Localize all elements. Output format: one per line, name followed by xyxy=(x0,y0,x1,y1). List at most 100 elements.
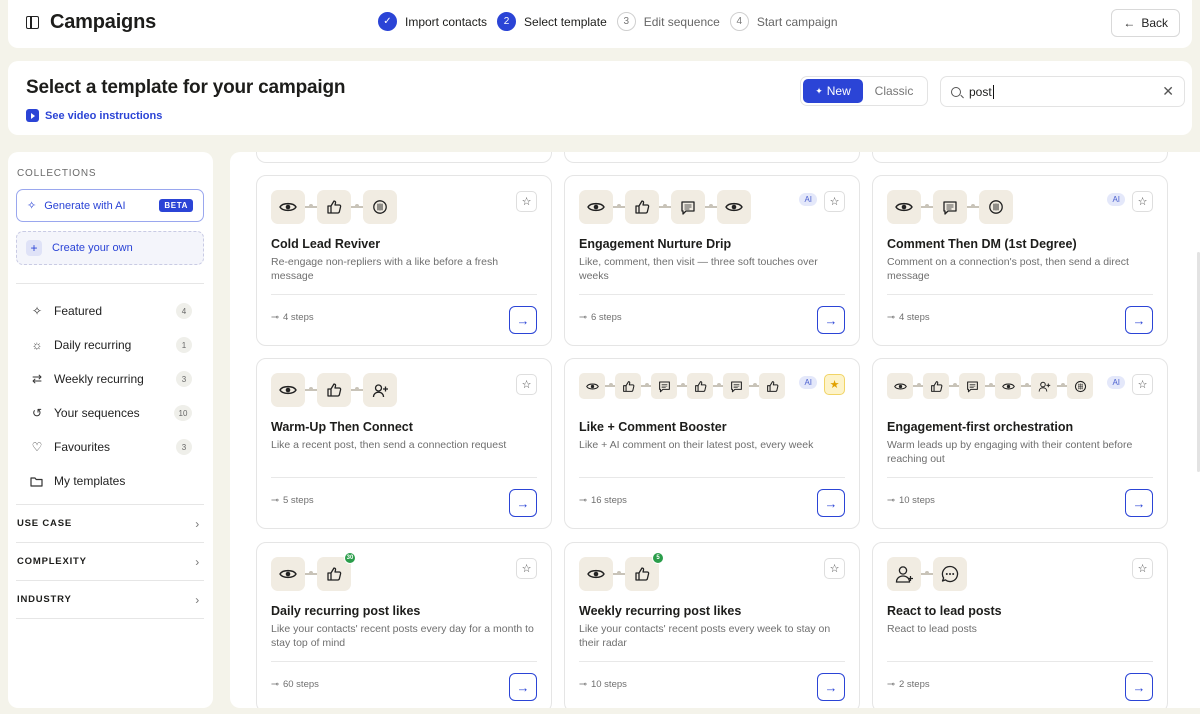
chevron-right-icon: › xyxy=(195,516,200,531)
message-icon xyxy=(959,373,985,399)
card-title: Warm-Up Then Connect xyxy=(271,420,413,434)
nav-your-sequences[interactable]: ↺ Your sequences 10 xyxy=(16,396,204,430)
chain-connector xyxy=(921,571,933,575)
use-template-arrow-icon[interactable]: → xyxy=(817,306,845,334)
favourite-star-icon[interactable]: ★ xyxy=(824,374,845,395)
divider xyxy=(887,294,1153,295)
back-label: Back xyxy=(1141,16,1168,30)
generate-with-ai-button[interactable]: ✧ Generate with AI BETA xyxy=(16,189,204,222)
divider xyxy=(579,477,845,478)
divider xyxy=(887,477,1153,478)
card-title: Daily recurring post likes xyxy=(271,604,421,618)
chain-connector xyxy=(949,383,959,387)
chain-connector xyxy=(921,204,933,208)
nav-favourites[interactable]: ♡ Favourites 3 xyxy=(16,430,204,464)
use-template-arrow-icon[interactable]: → xyxy=(817,489,845,517)
profile-add-icon xyxy=(887,557,921,591)
card-description: Like + AI comment on their latest post, … xyxy=(579,439,814,451)
history-icon: ↺ xyxy=(31,406,43,420)
steps-label: 6 steps xyxy=(590,312,622,323)
use-template-arrow-icon[interactable]: → xyxy=(1125,673,1153,701)
card-title: Weekly recurring post likes xyxy=(579,604,742,618)
message-icon xyxy=(651,373,677,399)
search-box[interactable]: post ✕ xyxy=(940,76,1185,107)
template-card[interactable]: ☆ Cold Lead Reviver Re-engage non-repliers… xyxy=(256,175,552,346)
chain-connector xyxy=(305,387,317,391)
search-input[interactable]: post xyxy=(969,84,1154,99)
toggle-new[interactable]: ✦ New xyxy=(803,79,863,103)
filter-use-case[interactable]: USE CASE › xyxy=(16,505,204,543)
filter-industry[interactable]: INDUSTRY › xyxy=(16,581,204,619)
favourite-star-icon[interactable]: ☆ xyxy=(1132,374,1153,395)
step-icon-chain xyxy=(579,373,785,399)
favourite-star-icon[interactable]: ☆ xyxy=(516,191,537,212)
chain-connector xyxy=(713,383,723,387)
step-select-template[interactable]: 2 Select template xyxy=(497,12,607,31)
filter-label: USE CASE xyxy=(17,518,72,529)
template-card[interactable]: 30 ☆ Daily recurring post likes Like your c… xyxy=(256,542,552,708)
steps-icon: ⊸ xyxy=(579,312,587,323)
filter-complexity[interactable]: COMPLEXITY › xyxy=(16,543,204,581)
favourite-star-icon[interactable]: ☆ xyxy=(516,558,537,579)
favourite-star-icon[interactable]: ☆ xyxy=(1132,558,1153,579)
clear-search-icon[interactable]: ✕ xyxy=(1162,83,1174,100)
nav-weekly-recurring[interactable]: ⇄ Weekly recurring 3 xyxy=(16,362,204,396)
create-your-own-button[interactable]: + Create your own xyxy=(16,231,204,265)
favourite-star-icon[interactable]: ☆ xyxy=(1132,191,1153,212)
template-card[interactable]: AI ☆ Comment Then DM (1st Degree) Comment o… xyxy=(872,175,1168,346)
use-template-arrow-icon[interactable]: → xyxy=(509,306,537,334)
thumbs-up-icon xyxy=(759,373,785,399)
nav-label: My templates xyxy=(54,474,126,488)
nav-featured[interactable]: ✧ Featured 4 xyxy=(16,294,204,328)
use-template-arrow-icon[interactable]: → xyxy=(509,489,537,517)
use-template-arrow-icon[interactable]: → xyxy=(509,673,537,701)
steps-label: 10 steps xyxy=(898,495,935,506)
generate-label: Generate with AI xyxy=(44,199,126,212)
nav-my-templates[interactable]: My templates xyxy=(16,464,204,498)
step-edit-sequence[interactable]: 3 Edit sequence xyxy=(616,12,720,31)
template-card[interactable]: ☆ React to lead posts React to lead posts ⊸… xyxy=(872,542,1168,708)
steps-icon: ⊸ xyxy=(271,679,279,690)
thumbs-up-icon xyxy=(317,373,351,407)
divider xyxy=(887,661,1153,662)
divider xyxy=(271,661,537,662)
step-start-campaign[interactable]: 4 Start campaign xyxy=(729,12,838,31)
step-label: Edit sequence xyxy=(643,14,720,29)
favourite-star-icon[interactable]: ☆ xyxy=(516,374,537,395)
template-card[interactable]: AI ☆ Engagement Nurture Drip Like, comment,… xyxy=(564,175,860,346)
template-card[interactable]: AI ☆ Engagement-first orchestration Warm le… xyxy=(872,358,1168,529)
video-instructions-link[interactable]: See video instructions xyxy=(26,109,162,122)
template-card[interactable]: 5 ☆ Weekly recurring post likes Like your c… xyxy=(564,542,860,708)
thumbs-up-icon xyxy=(615,373,641,399)
card-step-count: ⊸ 10 steps xyxy=(579,679,627,690)
use-template-arrow-icon[interactable]: → xyxy=(1125,489,1153,517)
favourite-star-icon[interactable]: ☆ xyxy=(824,558,845,579)
sparkle-icon: ✧ xyxy=(31,304,43,318)
use-template-arrow-icon[interactable]: → xyxy=(1125,306,1153,334)
sidebar-toggle-icon[interactable] xyxy=(26,16,39,29)
divider xyxy=(579,661,845,662)
chain-connector xyxy=(913,383,923,387)
toggle-classic[interactable]: Classic xyxy=(863,79,925,103)
step-label: Import contacts xyxy=(405,14,488,29)
eye-icon xyxy=(995,373,1021,399)
nav-daily-recurring[interactable]: ☼ Daily recurring 1 xyxy=(16,328,204,362)
card-title: Engagement Nurture Drip xyxy=(579,237,732,251)
step-import-contacts[interactable]: ✓ Import contacts xyxy=(378,12,487,31)
section-title: Select a template for your campaign xyxy=(26,77,346,98)
favourite-star-icon[interactable]: ☆ xyxy=(824,191,845,212)
template-card[interactable]: ☆ Warm-Up Then Connect Like a recent post,… xyxy=(256,358,552,529)
chain-connector xyxy=(749,383,759,387)
back-button[interactable]: ← Back xyxy=(1111,9,1180,37)
template-card[interactable]: AI ★ Like + Comment Booster Like + AI comme… xyxy=(564,358,860,529)
use-template-arrow-icon[interactable]: → xyxy=(817,673,845,701)
steps-label: 4 steps xyxy=(898,312,930,323)
step-icon-chain xyxy=(887,557,967,591)
recurrence-badge: 30 xyxy=(344,552,356,564)
card-step-count: ⊸ 16 steps xyxy=(579,495,627,506)
card-partial xyxy=(256,152,552,163)
steps-icon: ⊸ xyxy=(271,495,279,506)
nav-count: 3 xyxy=(176,439,192,455)
play-icon xyxy=(26,109,39,122)
chain-connector xyxy=(705,204,717,208)
